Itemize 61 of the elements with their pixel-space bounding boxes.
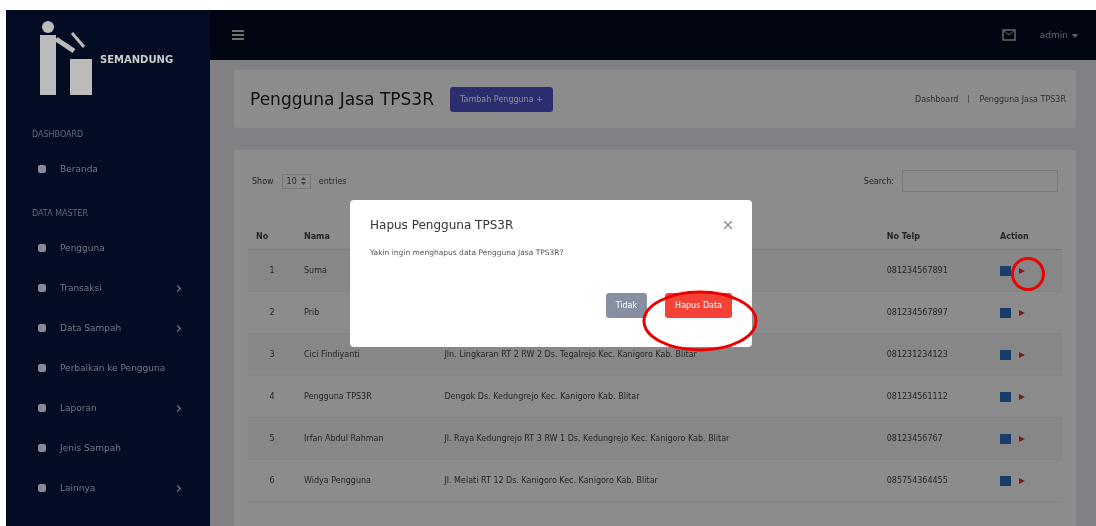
table-cell: 4 — [248, 375, 296, 418]
table-cell: 3 — [248, 333, 296, 376]
column-header[interactable]: No — [248, 224, 296, 250]
sidebar-item[interactable]: Lainnya — [6, 468, 210, 508]
delete-icon[interactable] — [1019, 351, 1025, 358]
edit-icon[interactable] — [1000, 391, 1011, 402]
entries-label: entries — [318, 176, 347, 186]
delete-icon[interactable] — [1019, 267, 1025, 274]
show-label: Show — [252, 176, 274, 186]
table-cell: 2 — [248, 291, 296, 334]
table-cell: 08123456767 — [878, 417, 992, 460]
delete-icon[interactable] — [1019, 477, 1025, 484]
table-cell: Pengguna TPS3R — [296, 375, 437, 418]
sidebar-heading: DATA MASTER — [31, 208, 90, 220]
add-user-button[interactable]: Tambah Pengguna + — [450, 86, 553, 112]
sidebar-item[interactable]: Data Sampah — [6, 308, 210, 348]
sidebar-item[interactable]: Beranda — [6, 149, 210, 189]
breadcrumb-item[interactable]: Dashboard — [915, 94, 959, 104]
cancel-button[interactable]: Tidak — [605, 293, 648, 318]
close-icon[interactable] — [724, 221, 732, 229]
table-cell: 1 — [248, 249, 296, 292]
table-cell: Jl. Raya Kedungrejo RT 3 RW 1 Ds. Kedungrejo Kec. Kanigoro Kab. Blitar — [436, 417, 879, 460]
edit-icon[interactable] — [1000, 433, 1011, 444]
column-header[interactable]: Action — [992, 224, 1062, 250]
mail-icon[interactable] — [1001, 29, 1016, 41]
annotation-circle — [1010, 256, 1046, 292]
table-cell: Irfan Abdul Rahman — [296, 417, 437, 460]
sidebar-item[interactable]: Laporan — [6, 388, 210, 428]
table-cell: Jl. Melati RT 12 Ds. Kanigoro Kec. Kanigoro Kab. Blitar — [436, 459, 879, 502]
table-cell: 5 — [248, 417, 296, 460]
dialog-title: Hapus Pengguna TPS3R — [370, 218, 514, 232]
search-label: Search: — [863, 176, 894, 186]
table-cell: 6 — [248, 459, 296, 502]
page-title: Pengguna Jasa TPS3R — [250, 89, 434, 109]
table-cell: 081234567891 — [878, 249, 992, 292]
delete-icon[interactable] — [1019, 435, 1025, 442]
sidebar-item[interactable]: Jenis Sampah — [6, 428, 210, 468]
table-cell: 085754364455 — [878, 459, 992, 502]
delete-icon[interactable] — [1019, 393, 1025, 400]
user-menu[interactable]: admin — [1033, 29, 1084, 41]
brand-name: SEMANDUNG — [100, 53, 174, 65]
sidebar-heading: DASHBOARD — [31, 129, 85, 141]
column-header[interactable]: No Telp — [878, 224, 992, 250]
table-cell: Widya Pengguna — [296, 459, 437, 502]
sidebar-item[interactable]: Transaksi — [6, 268, 210, 308]
caret-icon — [1072, 33, 1078, 38]
sidebar-item[interactable]: Pengguna — [6, 228, 210, 268]
edit-icon[interactable] — [1000, 349, 1011, 360]
edit-icon[interactable] — [1000, 475, 1011, 486]
breadcrumb-item: Pengguna Jasa TPS3R — [979, 94, 1066, 104]
table-cell: 081234567897 — [878, 291, 992, 334]
sort-arrows-icon — [300, 177, 306, 185]
entries-select[interactable]: 10 — [281, 173, 311, 189]
table-cell: 081231234123 — [878, 333, 992, 376]
table-cell: 081234561112 — [878, 375, 992, 418]
sidebar-item[interactable]: Perbaikan ke Pengguna — [6, 348, 210, 388]
edit-icon[interactable] — [1000, 265, 1011, 276]
delete-icon[interactable] — [1019, 309, 1025, 316]
delete-button[interactable]: Hapus Data — [665, 293, 732, 318]
edit-icon[interactable] — [1000, 307, 1011, 318]
table-cell: Dengok Ds. Kedungrejo Kec. Kanigoro Kab. Blitar — [436, 375, 879, 418]
